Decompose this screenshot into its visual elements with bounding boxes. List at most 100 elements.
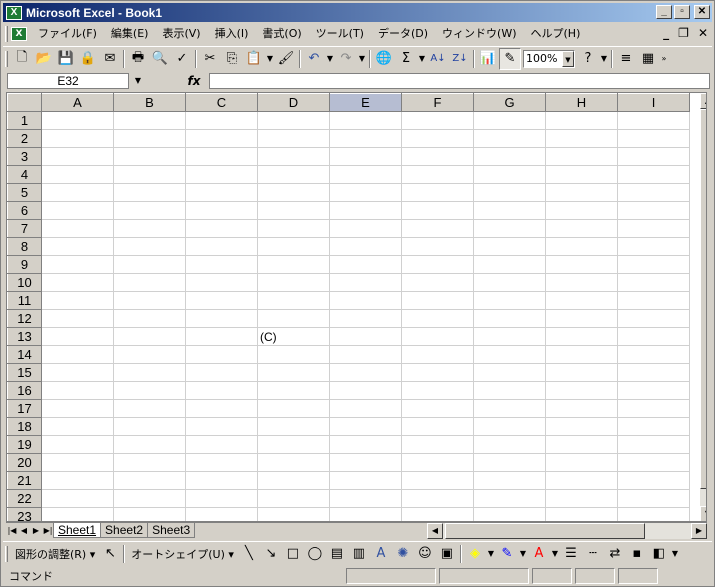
cell-g2[interactable] xyxy=(473,129,546,148)
cell-c6[interactable] xyxy=(185,201,258,220)
cell-d17[interactable] xyxy=(257,399,330,418)
close-button[interactable]: ✕ xyxy=(694,5,710,19)
arrow-icon[interactable]: ↘ xyxy=(260,543,282,565)
cell-h2[interactable] xyxy=(545,129,618,148)
column-header-c[interactable]: C xyxy=(185,93,258,112)
cell-g20[interactable] xyxy=(473,453,546,472)
cell-g18[interactable] xyxy=(473,417,546,436)
cell-h6[interactable] xyxy=(545,201,618,220)
column-header-b[interactable]: B xyxy=(113,93,186,112)
cell-c21[interactable] xyxy=(185,471,258,490)
cell-a1[interactable] xyxy=(41,111,114,130)
line-color-dropdown-icon[interactable]: ▼ xyxy=(518,543,528,565)
cell-d1[interactable] xyxy=(257,111,330,130)
cell-a2[interactable] xyxy=(41,129,114,148)
cell-c11[interactable] xyxy=(185,291,258,310)
column-header-a[interactable]: A xyxy=(41,93,114,112)
cell-g15[interactable] xyxy=(473,363,546,382)
cell-g13[interactable] xyxy=(473,327,546,346)
cell-b19[interactable] xyxy=(113,435,186,454)
cell-d8[interactable] xyxy=(257,237,330,256)
cell-i3[interactable] xyxy=(617,147,690,166)
cell-b17[interactable] xyxy=(113,399,186,418)
cell-g19[interactable] xyxy=(473,435,546,454)
row-header-14[interactable]: 14 xyxy=(7,345,42,364)
cell-e14[interactable] xyxy=(329,345,402,364)
cell-a21[interactable] xyxy=(41,471,114,490)
cell-a19[interactable] xyxy=(41,435,114,454)
cell-g21[interactable] xyxy=(473,471,546,490)
cell-e2[interactable] xyxy=(329,129,402,148)
line-style-icon[interactable]: ☰ xyxy=(560,543,582,565)
cell-i9[interactable] xyxy=(617,255,690,274)
dash-style-icon[interactable]: ┄ xyxy=(582,543,604,565)
formula-input[interactable] xyxy=(209,73,710,89)
cell-f6[interactable] xyxy=(401,201,474,220)
cell-f11[interactable] xyxy=(401,291,474,310)
copy-icon[interactable]: ⎘ xyxy=(221,48,243,70)
cell-i15[interactable] xyxy=(617,363,690,382)
zoom-dropdown-icon[interactable]: ▼ xyxy=(562,50,574,67)
cell-e10[interactable] xyxy=(329,273,402,292)
restore-button[interactable]: ▫ xyxy=(674,5,690,19)
cell-e15[interactable] xyxy=(329,363,402,382)
cell-a6[interactable] xyxy=(41,201,114,220)
cell-f17[interactable] xyxy=(401,399,474,418)
save-icon[interactable]: 💾 xyxy=(55,48,77,70)
cell-g6[interactable] xyxy=(473,201,546,220)
hyperlink-icon[interactable]: 🌐 xyxy=(373,48,395,70)
row-header-16[interactable]: 16 xyxy=(7,381,42,400)
cell-e16[interactable] xyxy=(329,381,402,400)
cell-f19[interactable] xyxy=(401,435,474,454)
cell-d19[interactable] xyxy=(257,435,330,454)
cell-i16[interactable] xyxy=(617,381,690,400)
cell-b6[interactable] xyxy=(113,201,186,220)
cell-f21[interactable] xyxy=(401,471,474,490)
cell-i17[interactable] xyxy=(617,399,690,418)
cell-e5[interactable] xyxy=(329,183,402,202)
cell-e22[interactable] xyxy=(329,489,402,508)
cell-b21[interactable] xyxy=(113,471,186,490)
cell-f9[interactable] xyxy=(401,255,474,274)
cell-e21[interactable] xyxy=(329,471,402,490)
cell-i22[interactable] xyxy=(617,489,690,508)
scroll-down-icon[interactable]: ▼ xyxy=(700,506,706,521)
cell-d12[interactable] xyxy=(257,309,330,328)
cell-b14[interactable] xyxy=(113,345,186,364)
cell-d14[interactable] xyxy=(257,345,330,364)
drawing-toggle-icon[interactable]: ✎ xyxy=(499,47,521,70)
cell-e17[interactable] xyxy=(329,399,402,418)
cell-f20[interactable] xyxy=(401,453,474,472)
cell-a10[interactable] xyxy=(41,273,114,292)
cell-c17[interactable] xyxy=(185,399,258,418)
cell-b5[interactable] xyxy=(113,183,186,202)
cell-g9[interactable] xyxy=(473,255,546,274)
cell-c1[interactable] xyxy=(185,111,258,130)
row-header-19[interactable]: 19 xyxy=(7,435,42,454)
menu-window[interactable]: ウィンドウ(W) xyxy=(435,25,523,43)
horizontal-scrollbar[interactable]: ◀ ▶ xyxy=(427,523,707,539)
cut-icon[interactable]: ✂ xyxy=(199,48,221,70)
cell-i18[interactable] xyxy=(617,417,690,436)
cell-i1[interactable] xyxy=(617,111,690,130)
cell-h19[interactable] xyxy=(545,435,618,454)
cell-d20[interactable] xyxy=(257,453,330,472)
cell-a12[interactable] xyxy=(41,309,114,328)
menu-data[interactable]: データ(D) xyxy=(371,25,435,43)
cell-h18[interactable] xyxy=(545,417,618,436)
menu-insert[interactable]: 挿入(I) xyxy=(208,25,256,43)
select-objects-icon[interactable]: ↖ xyxy=(99,543,121,565)
cell-i7[interactable] xyxy=(617,219,690,238)
cell-a23[interactable] xyxy=(41,507,114,521)
cell-h23[interactable] xyxy=(545,507,618,521)
fill-color-icon[interactable]: ◈ xyxy=(464,543,486,565)
cell-h8[interactable] xyxy=(545,237,618,256)
redo-icon[interactable]: ↷ xyxy=(335,48,357,70)
cell-d5[interactable] xyxy=(257,183,330,202)
vertical-scrollbar[interactable]: ▲ ▼ xyxy=(700,93,706,521)
cell-a5[interactable] xyxy=(41,183,114,202)
undo-icon[interactable]: ↶ xyxy=(303,48,325,70)
cell-g23[interactable] xyxy=(473,507,546,521)
cell-c7[interactable] xyxy=(185,219,258,238)
row-header-13[interactable]: 13 xyxy=(7,327,42,346)
